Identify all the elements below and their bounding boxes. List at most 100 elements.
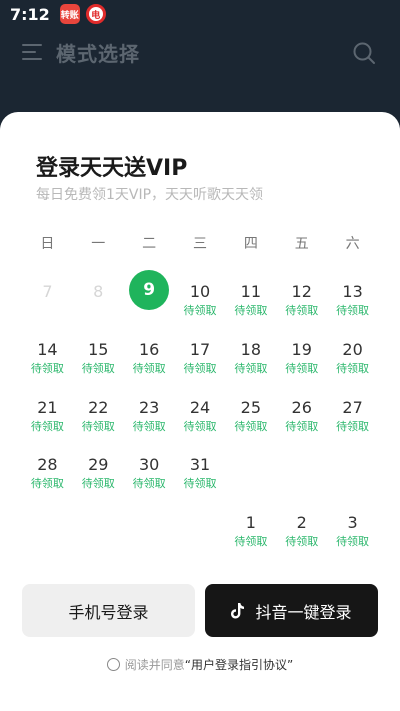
- day-status-label: 待领取: [30, 419, 64, 433]
- day-number: 12: [291, 282, 312, 301]
- douyin-login-label: 抖音一键登录: [255, 602, 352, 622]
- search-icon[interactable]: [352, 41, 376, 65]
- calendar-day[interactable]: 1 待领取: [225, 501, 276, 559]
- day-status-label: 待领取: [183, 304, 217, 317]
- app-header: 模式选择: [0, 28, 400, 76]
- day-number: 30: [138, 455, 160, 475]
- day-status-label: 待领取: [30, 477, 64, 491]
- day-number: 26: [291, 397, 312, 417]
- calendar-day[interactable]: 18 待领取: [225, 328, 276, 386]
- weekday-label: 二: [142, 236, 157, 252]
- notification-app-icon: 转账: [59, 4, 80, 24]
- calendar-empty-cell: [73, 501, 124, 559]
- day-status-label: 待领取: [132, 419, 166, 433]
- weekday-header: 日一二三四五六: [22, 233, 378, 253]
- calendar-empty-cell: [175, 501, 226, 559]
- day-number: 17: [189, 339, 211, 359]
- day-status-label: 待领取: [234, 419, 268, 433]
- calendar-day[interactable]: 7: [22, 270, 73, 328]
- calendar-day[interactable]: 25 待领取: [225, 386, 276, 444]
- calendar-day[interactable]: 14 待领取: [22, 328, 73, 386]
- calendar-day[interactable]: 10 待领取: [175, 270, 226, 328]
- day-number: 13: [342, 282, 363, 301]
- day-number: 8: [93, 282, 104, 301]
- day-status-label: 待领取: [285, 304, 319, 317]
- status-bar: 7:12 转账 电: [0, 0, 400, 28]
- day-status-label: 待领取: [132, 477, 166, 491]
- notification-app-icon-2: 电: [85, 4, 106, 24]
- day-number: 10: [189, 282, 211, 301]
- calendar-day[interactable]: 8: [73, 270, 124, 328]
- agreement-prefix: 阅读并同意: [124, 658, 185, 672]
- calendar-day[interactable]: 29 待领取: [73, 443, 124, 501]
- calendar-day[interactable]: 22 待领取: [73, 386, 124, 444]
- calendar-empty-cell: [124, 501, 175, 559]
- day-status-label: 待领取: [336, 361, 370, 375]
- day-status-label: 待领取: [336, 304, 370, 317]
- day-number: 7: [42, 282, 53, 301]
- day-number: 19: [291, 339, 312, 359]
- day-number: 16: [138, 339, 160, 359]
- calendar-day[interactable]: 27 待领取: [327, 386, 378, 444]
- day-number: 28: [37, 455, 58, 475]
- calendar-day[interactable]: 19 待领取: [276, 328, 327, 386]
- douyin-login-button[interactable]: 抖音一键登录: [205, 584, 378, 637]
- day-number: 27: [342, 397, 363, 417]
- calendar-empty-cell: [327, 443, 378, 501]
- agreement-link[interactable]: “用户登录指引协议”: [185, 656, 293, 673]
- calendar-empty-cell: [276, 443, 327, 501]
- weekday-label: 五: [294, 236, 309, 252]
- calendar-day[interactable]: 20 待领取: [327, 328, 378, 386]
- day-status-label: 待领取: [336, 419, 370, 433]
- weekday-label: 六: [345, 236, 360, 252]
- page-title: 模式选择: [56, 41, 140, 66]
- calendar-day[interactable]: 21 待领取: [22, 386, 73, 444]
- day-number: 24: [189, 397, 211, 417]
- day-status-label: 待领取: [183, 419, 217, 433]
- day-status-label: 待领取: [285, 361, 319, 375]
- calendar-day[interactable]: 23 待领取: [124, 386, 175, 444]
- calendar-grid: 7 8 9 10 待领取 11 待领取 12 待领取 13 待领取 14 待领取 15 待领取 16 待领取 17…: [22, 270, 378, 559]
- calendar-day[interactable]: 17 待领取: [175, 328, 226, 386]
- menu-icon[interactable]: [22, 44, 42, 60]
- day-number: 23: [138, 397, 160, 417]
- day-status-label: 待领取: [336, 535, 370, 549]
- calendar-day[interactable]: 26 待领取: [276, 386, 327, 444]
- agreement-row: 阅读并同意 “用户登录指引协议”: [0, 656, 400, 673]
- day-status-label: 待领取: [234, 304, 268, 317]
- phone-login-button[interactable]: 手机号登录: [22, 584, 195, 637]
- login-vip-sheet: 登录天天送VIP 每日免费领1天VIP，天天听歌天天领 日一二三四五六 7891…: [0, 112, 400, 711]
- day-status-label: 待领取: [285, 535, 319, 549]
- day-status-label: 待领取: [30, 361, 64, 375]
- calendar-day[interactable]: 2 待领取: [276, 501, 327, 559]
- day-status-label: 待领取: [183, 477, 217, 491]
- day-status-label: 待领取: [81, 361, 115, 375]
- calendar-day[interactable]: 13 待领取: [327, 270, 378, 328]
- calendar-day[interactable]: 16 待领取: [124, 328, 175, 386]
- calendar-day[interactable]: 9: [124, 270, 175, 328]
- calendar-day[interactable]: 11 待领取: [225, 270, 276, 328]
- day-status-label: 待领取: [234, 535, 268, 549]
- calendar-day[interactable]: 31 待领取: [175, 443, 226, 501]
- day-number: 11: [240, 282, 262, 301]
- agreement-checkbox[interactable]: [106, 658, 120, 671]
- calendar-day[interactable]: 15 待领取: [73, 328, 124, 386]
- calendar-day[interactable]: 24 待领取: [175, 386, 226, 444]
- day-number: 31: [189, 455, 211, 475]
- calendar-day[interactable]: 12 待领取: [276, 270, 327, 328]
- calendar-empty-cell: [225, 443, 276, 501]
- day-status-label: 待领取: [234, 361, 268, 375]
- day-number: 15: [88, 339, 109, 359]
- day-number: 21: [37, 397, 58, 417]
- day-number: 20: [342, 339, 363, 359]
- calendar-day[interactable]: 3 待领取: [327, 501, 378, 559]
- calendar-day[interactable]: 28 待领取: [22, 443, 73, 501]
- weekday-label: 四: [243, 236, 258, 252]
- weekday-label: 三: [192, 236, 207, 252]
- phone-login-label: 手机号登录: [68, 602, 149, 622]
- calendar-day[interactable]: 30 待领取: [124, 443, 175, 501]
- day-status-label: 待领取: [81, 419, 115, 433]
- day-number: 25: [240, 397, 262, 417]
- day-number: 2: [296, 513, 307, 533]
- calendar-empty-cell: [22, 501, 73, 559]
